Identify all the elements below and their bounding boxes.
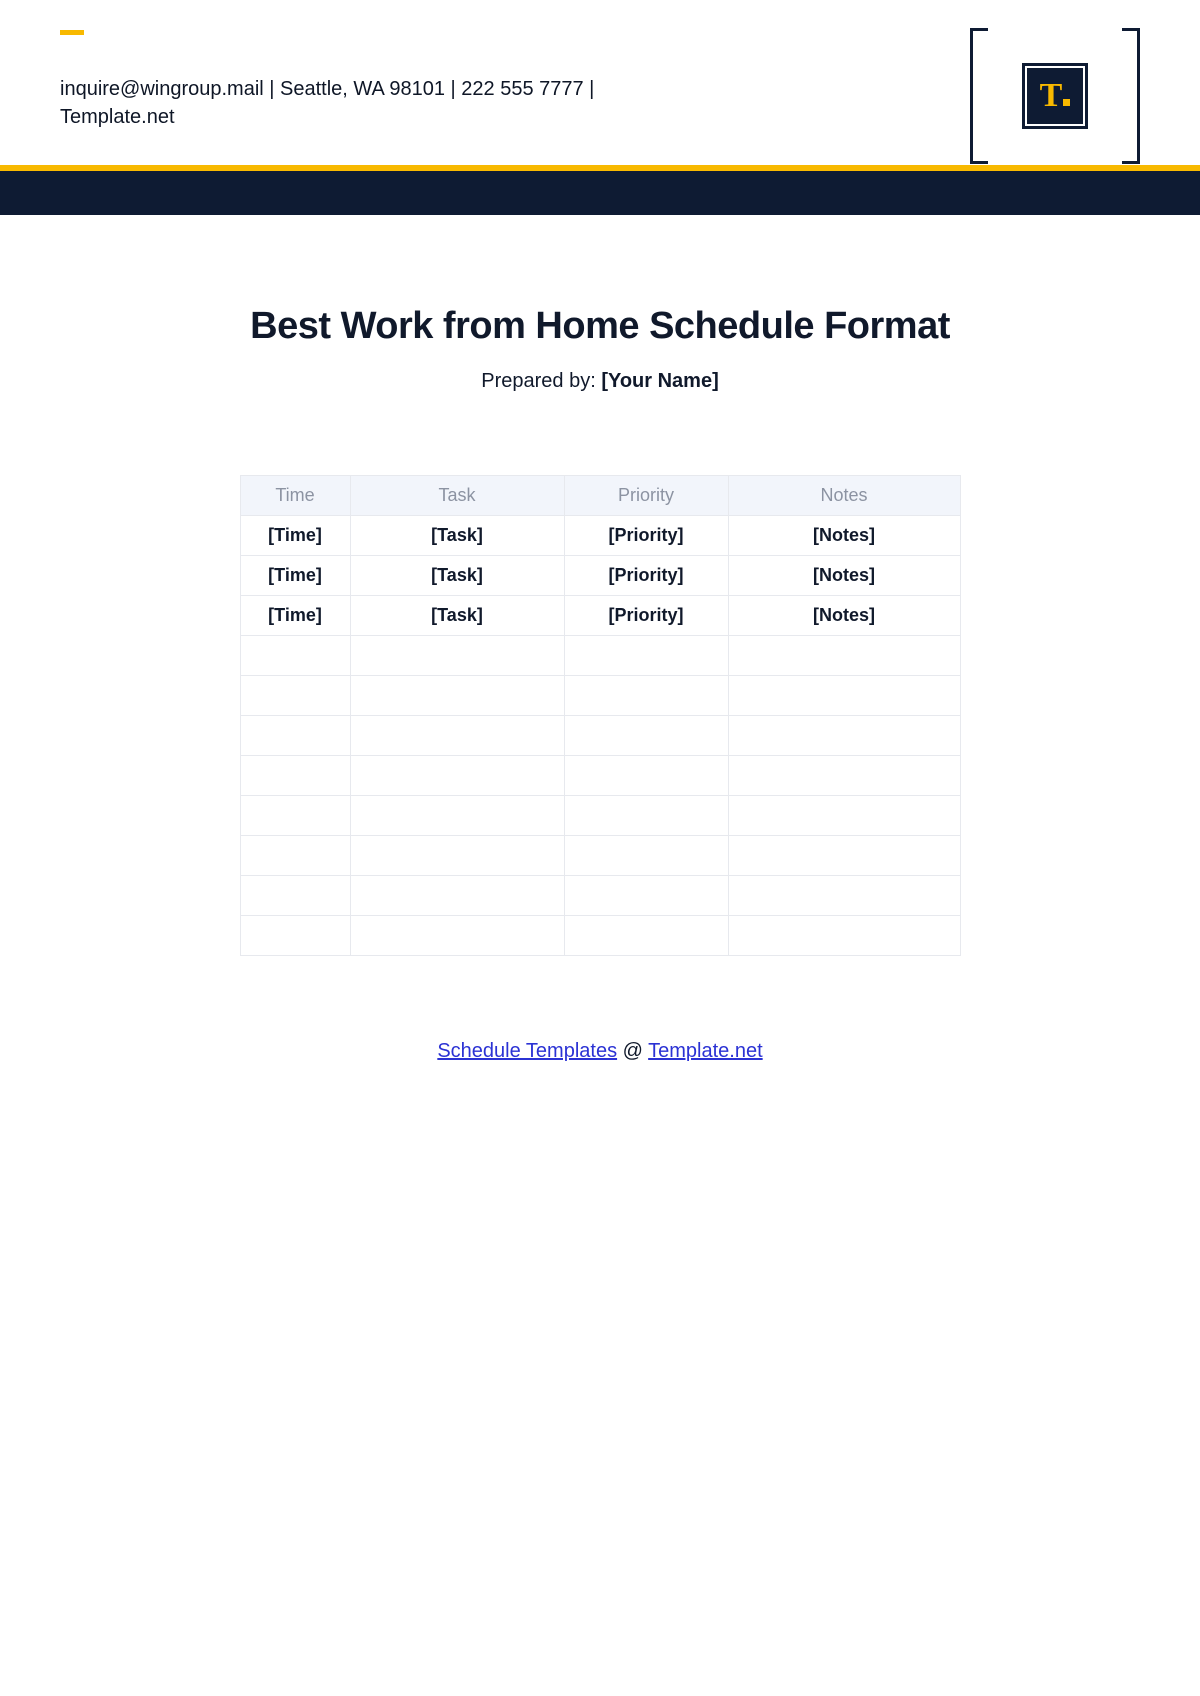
cell-time[interactable] — [240, 916, 350, 956]
cell-time[interactable] — [240, 716, 350, 756]
cell-notes[interactable] — [728, 916, 960, 956]
page-title: Best Work from Home Schedule Format — [108, 305, 1092, 348]
cell-priority[interactable] — [564, 916, 728, 956]
cell-time[interactable]: [Time] — [240, 596, 350, 636]
col-task: Task — [350, 476, 564, 516]
cell-task[interactable] — [350, 796, 564, 836]
cell-priority[interactable] — [564, 636, 728, 676]
logo-letter: T — [1040, 79, 1062, 113]
link-schedule-templates[interactable]: Schedule Templates — [437, 1040, 617, 1062]
table-row: [Time] [Task] [Priority] [Notes] — [240, 596, 960, 636]
cell-notes[interactable] — [728, 836, 960, 876]
cell-task[interactable] — [350, 916, 564, 956]
cell-notes[interactable] — [728, 716, 960, 756]
table-row — [240, 676, 960, 716]
cell-task[interactable] — [350, 676, 564, 716]
accent-bar — [60, 30, 84, 35]
cell-priority[interactable] — [564, 796, 728, 836]
table-row: [Time] [Task] [Priority] [Notes] — [240, 556, 960, 596]
cell-priority[interactable] — [564, 836, 728, 876]
cell-task[interactable] — [350, 716, 564, 756]
bracket-left-icon — [970, 28, 988, 164]
cell-task[interactable]: [Task] — [350, 596, 564, 636]
cell-notes[interactable] — [728, 756, 960, 796]
cell-notes[interactable] — [728, 636, 960, 676]
schedule-table: Time Task Priority Notes [Time] [Task] [… — [240, 475, 961, 956]
divider-band — [0, 165, 1200, 215]
table-row — [240, 836, 960, 876]
table-body: [Time] [Task] [Priority] [Notes] [Time] … — [240, 516, 960, 956]
table-row — [240, 756, 960, 796]
cell-task[interactable] — [350, 636, 564, 676]
prepared-label: Prepared by: — [481, 370, 601, 392]
table-row: [Time] [Task] [Priority] [Notes] — [240, 516, 960, 556]
cell-time[interactable] — [240, 756, 350, 796]
cell-time[interactable]: [Time] — [240, 516, 350, 556]
logo-box: T — [1022, 63, 1088, 129]
logo-frame: T — [970, 28, 1140, 164]
cell-priority[interactable]: [Priority] — [564, 516, 728, 556]
bracket-right-icon — [1122, 28, 1140, 164]
logo-dot-icon — [1063, 99, 1070, 106]
cell-notes[interactable]: [Notes] — [728, 596, 960, 636]
table-row — [240, 916, 960, 956]
cell-time[interactable] — [240, 636, 350, 676]
table-row — [240, 636, 960, 676]
header: inquire@wingroup.mail | Seattle, WA 9810… — [0, 0, 1200, 131]
cell-priority[interactable] — [564, 676, 728, 716]
footer-at: @ — [617, 1040, 648, 1062]
col-priority: Priority — [564, 476, 728, 516]
cell-notes[interactable]: [Notes] — [728, 516, 960, 556]
cell-notes[interactable] — [728, 876, 960, 916]
cell-task[interactable]: [Task] — [350, 556, 564, 596]
prepared-by: Prepared by: [Your Name] — [108, 370, 1092, 393]
link-template-net[interactable]: Template.net — [648, 1040, 763, 1062]
col-notes: Notes — [728, 476, 960, 516]
cell-time[interactable] — [240, 796, 350, 836]
cell-priority[interactable] — [564, 716, 728, 756]
cell-task[interactable] — [350, 756, 564, 796]
cell-priority[interactable] — [564, 876, 728, 916]
col-time: Time — [240, 476, 350, 516]
table-row — [240, 716, 960, 756]
prepared-value: [Your Name] — [601, 370, 718, 392]
band-navy — [0, 171, 1200, 215]
table-row — [240, 796, 960, 836]
table-row — [240, 876, 960, 916]
footer-links: Schedule Templates @ Template.net — [108, 1040, 1092, 1063]
cell-task[interactable] — [350, 836, 564, 876]
cell-priority[interactable] — [564, 756, 728, 796]
cell-notes[interactable]: [Notes] — [728, 556, 960, 596]
contact-line: inquire@wingroup.mail | Seattle, WA 9810… — [60, 75, 620, 131]
content: Best Work from Home Schedule Format Prep… — [0, 215, 1200, 1063]
cell-task[interactable]: [Task] — [350, 516, 564, 556]
cell-task[interactable] — [350, 876, 564, 916]
cell-priority[interactable]: [Priority] — [564, 556, 728, 596]
cell-time[interactable] — [240, 676, 350, 716]
cell-time[interactable] — [240, 876, 350, 916]
cell-notes[interactable] — [728, 796, 960, 836]
cell-priority[interactable]: [Priority] — [564, 596, 728, 636]
cell-time[interactable] — [240, 836, 350, 876]
cell-time[interactable]: [Time] — [240, 556, 350, 596]
table-header-row: Time Task Priority Notes — [240, 476, 960, 516]
cell-notes[interactable] — [728, 676, 960, 716]
table-wrap: Time Task Priority Notes [Time] [Task] [… — [106, 475, 1094, 956]
